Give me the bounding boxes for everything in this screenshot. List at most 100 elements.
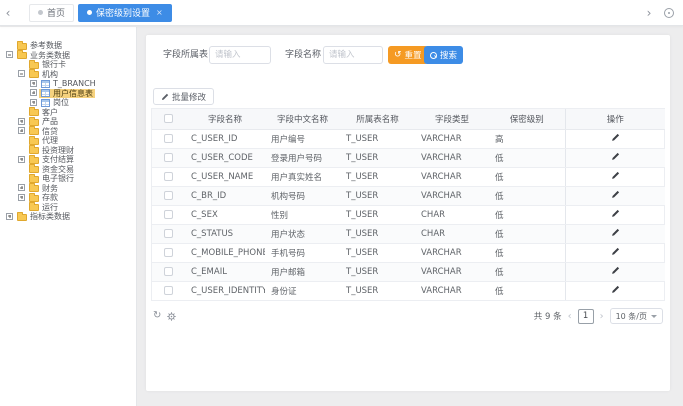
edit-icon[interactable] <box>611 247 620 256</box>
tab-scroll-right-icon[interactable]: › <box>641 6 657 20</box>
tree-item[interactable]: 投资理财 <box>0 146 136 156</box>
edit-icon[interactable] <box>611 209 620 218</box>
collapse-icon[interactable] <box>18 70 25 77</box>
tree-item-label: 存款 <box>42 193 58 203</box>
page-number[interactable]: 1 <box>578 309 594 324</box>
field-management-panel: 字段所属表 字段名称 ↺ 重置 搜索 批量修改 字段名称字段中文名称所属表名称字… <box>146 35 670 391</box>
folder-icon <box>29 138 39 145</box>
tree-item[interactable]: 产品 <box>0 117 136 127</box>
row-checkbox[interactable] <box>164 286 173 295</box>
tree-item[interactable]: 银行卡 <box>0 60 136 70</box>
prev-page-icon[interactable]: ‹ <box>568 311 572 322</box>
tree-item[interactable]: 电子银行 <box>0 174 136 184</box>
tree-node-body: 存款 <box>27 193 60 203</box>
tree-item[interactable]: T_BRANCH <box>0 79 136 89</box>
expand-icon[interactable] <box>6 213 13 220</box>
tree-item[interactable]: 运行 <box>0 203 136 213</box>
tree-node-body: 客户 <box>27 108 60 118</box>
tree-node-body: 支付结算 <box>27 155 76 165</box>
tree-item[interactable]: 参考数据 <box>0 41 136 51</box>
field-table-input[interactable] <box>209 46 271 64</box>
cell-level: 低 <box>489 281 565 300</box>
select-all-checkbox[interactable] <box>164 114 173 123</box>
row-checkbox[interactable] <box>164 191 173 200</box>
edit-icon[interactable] <box>611 190 620 199</box>
tab-close-icon[interactable]: × <box>156 8 163 17</box>
edit-icon[interactable] <box>611 133 620 142</box>
cell-type: VARCHAR <box>415 243 489 262</box>
row-checkbox[interactable] <box>164 134 173 143</box>
tab-active[interactable]: 保密级别设置 × <box>78 4 172 22</box>
tree-item[interactable]: 业务类数据 <box>0 51 136 61</box>
tree-item[interactable]: 指标类数据 <box>0 212 136 222</box>
expand-icon[interactable] <box>18 156 25 163</box>
tree-item[interactable]: 支付结算 <box>0 155 136 165</box>
edit-icon[interactable] <box>611 266 620 275</box>
batch-edit-button[interactable]: 批量修改 <box>153 88 214 105</box>
edit-icon[interactable] <box>611 228 620 237</box>
tree-node-body: 银行卡 <box>27 60 68 70</box>
row-checkbox[interactable] <box>164 172 173 181</box>
tree-node-body: 业务类数据 <box>15 51 72 61</box>
tab-scroll-left-icon[interactable]: ‹ <box>0 6 16 20</box>
tab-active-label: 保密级别设置 <box>96 6 150 19</box>
row-actions-cell <box>565 262 665 281</box>
row-actions-cell <box>565 281 665 300</box>
expand-icon[interactable] <box>18 118 25 125</box>
tab-home[interactable]: 首页 <box>29 4 74 22</box>
refresh-icon[interactable]: ↻ <box>153 311 161 321</box>
expand-icon[interactable] <box>30 80 37 87</box>
tree-item[interactable]: 信贷 <box>0 127 136 137</box>
tree-item[interactable]: 资金交易 <box>0 165 136 175</box>
tree-item-label: 用户信息表 <box>53 89 93 99</box>
folder-icon <box>29 71 39 78</box>
row-checkbox[interactable] <box>164 210 173 219</box>
row-checkbox[interactable] <box>164 248 173 257</box>
tree-item[interactable]: 机构 <box>0 70 136 80</box>
tree-node-body: 信贷 <box>27 127 60 137</box>
row-actions-cell <box>565 167 665 186</box>
edit-icon[interactable] <box>611 171 620 180</box>
search-button[interactable]: 搜索 <box>424 46 463 64</box>
tree-item-label: 运行 <box>42 203 58 213</box>
expand-icon[interactable] <box>18 184 25 191</box>
next-page-icon[interactable]: › <box>600 311 604 322</box>
cell-level: 低 <box>489 224 565 243</box>
tree-item-label: 产品 <box>42 117 58 127</box>
tree-item[interactable]: 财务 <box>0 184 136 194</box>
table-row: C_USER_CODE登录用户号码T_USERVARCHAR低 <box>152 148 665 167</box>
page-size-select[interactable]: 10 条/页 <box>610 308 663 324</box>
tab-options-icon[interactable] <box>664 8 674 18</box>
expand-icon[interactable] <box>30 89 37 96</box>
expand-icon[interactable] <box>18 194 25 201</box>
cell-type: CHAR <box>415 205 489 224</box>
row-checkbox[interactable] <box>164 153 173 162</box>
tree-item[interactable]: 存款 <box>0 193 136 203</box>
row-checkbox[interactable] <box>164 229 173 238</box>
edit-icon[interactable] <box>611 285 620 294</box>
expand-icon[interactable] <box>30 99 37 106</box>
tree-item[interactable]: 代理 <box>0 136 136 146</box>
page-size-label: 10 条/页 <box>616 311 647 322</box>
field-name-input[interactable] <box>323 46 383 64</box>
cell-type: CHAR <box>415 224 489 243</box>
tree-item[interactable]: 岗位 <box>0 98 136 108</box>
tree-item[interactable]: 用户信息表 <box>0 89 136 99</box>
reset-button-label: 重置 <box>405 49 422 61</box>
table-icon <box>41 80 50 88</box>
column-settings-icon[interactable] <box>167 312 176 321</box>
tree-node-body: T_BRANCH <box>39 79 98 89</box>
tree-item[interactable]: 客户 <box>0 108 136 118</box>
row-checkbox-cell <box>152 281 185 300</box>
tree-item-label: 资金交易 <box>42 165 74 175</box>
reset-button[interactable]: ↺ 重置 <box>388 46 428 64</box>
row-checkbox-cell <box>152 148 185 167</box>
edit-icon[interactable] <box>611 152 620 161</box>
tree-item-label: 电子银行 <box>42 174 74 184</box>
tree-item-label: 指标类数据 <box>30 212 70 222</box>
cell-table: T_USER <box>340 129 415 148</box>
row-actions-cell <box>565 224 665 243</box>
collapse-icon[interactable] <box>6 51 13 58</box>
row-checkbox[interactable] <box>164 267 173 276</box>
expand-icon[interactable] <box>18 127 25 134</box>
